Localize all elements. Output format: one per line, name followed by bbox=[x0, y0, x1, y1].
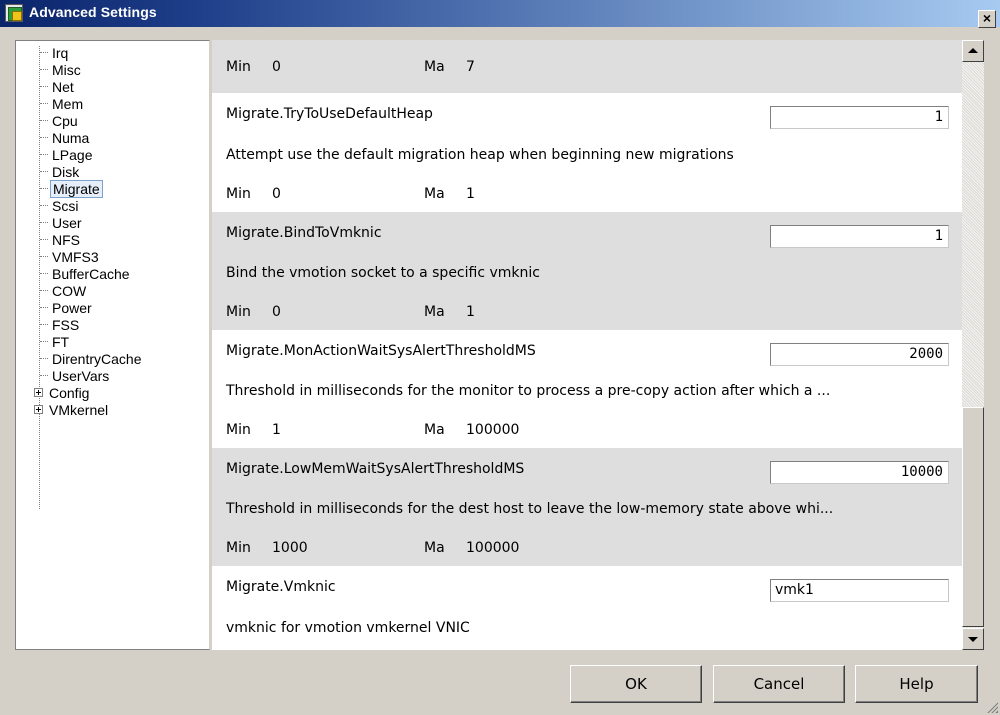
setting-row-vmknic: Migrate.Vmknic vmk1 vmknic for vmotion v… bbox=[212, 566, 962, 650]
setting-name: Migrate.MonActionWaitSysAlertThresholdMS bbox=[226, 343, 536, 359]
tree-item-numa[interactable]: Numa bbox=[40, 130, 91, 147]
tree-item-ft[interactable]: FT bbox=[40, 334, 71, 351]
settings-list[interactable]: Min 0 Ma 7 Migrate.TryToUseDefaultHeap 1… bbox=[212, 40, 962, 650]
tree-item-nfs[interactable]: NFS bbox=[40, 232, 82, 249]
help-button[interactable]: Help bbox=[855, 665, 978, 703]
settings-category-tree[interactable]: Irq Misc Net Mem Cpu Numa LPage Disk Mig… bbox=[15, 40, 210, 650]
tree-item-irq[interactable]: Irq bbox=[40, 45, 70, 62]
resize-grip-icon[interactable] bbox=[986, 701, 998, 713]
setting-description: Threshold in milliseconds for the dest h… bbox=[226, 501, 834, 517]
tree-item-uservars[interactable]: UserVars bbox=[40, 368, 111, 385]
scrollbar-thumb[interactable] bbox=[962, 407, 984, 627]
app-icon bbox=[5, 4, 23, 22]
tree-item-config[interactable]: Config bbox=[34, 385, 91, 402]
vertical-scrollbar[interactable] bbox=[962, 40, 984, 650]
min-value: 0 bbox=[272, 304, 281, 320]
setting-name: Migrate.LowMemWaitSysAlertThresholdMS bbox=[226, 461, 525, 477]
tree-item-fss[interactable]: FSS bbox=[40, 317, 81, 334]
tree-item-buffercache[interactable]: BufferCache bbox=[40, 266, 132, 283]
tree-item-lpage[interactable]: LPage bbox=[40, 147, 94, 164]
cancel-button[interactable]: Cancel bbox=[713, 665, 845, 703]
max-value: 100000 bbox=[466, 422, 520, 438]
title-bar[interactable]: Advanced Settings × bbox=[0, 0, 1000, 28]
min-value: 1000 bbox=[272, 540, 308, 556]
tree-item-migrate[interactable]: Migrate bbox=[40, 180, 103, 198]
tree-item-vmkernel[interactable]: VMkernel bbox=[34, 402, 110, 419]
tree-item-user[interactable]: User bbox=[40, 215, 84, 232]
ok-button[interactable]: OK bbox=[570, 665, 702, 703]
close-button[interactable]: × bbox=[978, 10, 996, 28]
setting-description: Bind the vmotion socket to a specific vm… bbox=[226, 265, 540, 281]
setting-value-input[interactable]: 2000 bbox=[770, 343, 949, 366]
tree-item-cpu[interactable]: Cpu bbox=[40, 113, 80, 130]
max-value: 1 bbox=[466, 304, 475, 320]
max-value: 1 bbox=[466, 186, 475, 202]
tree-item-vmfs3[interactable]: VMFS3 bbox=[40, 249, 101, 266]
tree-item-disk[interactable]: Disk bbox=[40, 164, 81, 181]
expand-plus-icon[interactable] bbox=[34, 388, 43, 398]
setting-value-input[interactable]: 1 bbox=[770, 106, 949, 129]
min-value: 0 bbox=[272, 186, 281, 202]
setting-description: Attempt use the default migration heap w… bbox=[226, 147, 734, 163]
setting-description: vmknic for vmotion vmkernel VNIC bbox=[226, 620, 470, 636]
setting-value-input[interactable]: vmk1 bbox=[770, 579, 949, 602]
setting-name: Migrate.Vmknic bbox=[226, 579, 336, 595]
setting-row-trytousedefaultheap: Migrate.TryToUseDefaultHeap 1 Attempt us… bbox=[212, 93, 962, 212]
setting-value-input[interactable]: 10000 bbox=[770, 461, 949, 484]
tree-item-mem[interactable]: Mem bbox=[40, 96, 85, 113]
advanced-settings-window: Advanced Settings × Irq Misc Net Mem Cpu… bbox=[0, 0, 1000, 715]
setting-name: Migrate.TryToUseDefaultHeap bbox=[226, 106, 433, 122]
setting-row-bindtovmknic: Migrate.BindToVmknic 1 Bind the vmotion … bbox=[212, 212, 962, 330]
tree-item-net[interactable]: Net bbox=[40, 79, 76, 96]
min-value: 0 bbox=[272, 59, 281, 75]
setting-name: Migrate.BindToVmknic bbox=[226, 225, 382, 241]
tree-item-cow[interactable]: COW bbox=[40, 283, 88, 300]
setting-description: Threshold in milliseconds for the monito… bbox=[226, 383, 831, 399]
setting-row-monactionwaitsysalertthresholdms: Migrate.MonActionWaitSysAlertThresholdMS… bbox=[212, 330, 962, 448]
setting-row-lowmemwaitsysalertthresholdms: Migrate.LowMemWaitSysAlertThresholdMS 10… bbox=[212, 448, 962, 566]
tree-item-misc[interactable]: Misc bbox=[40, 62, 83, 79]
tree-item-direntrycache[interactable]: DirentryCache bbox=[40, 351, 143, 368]
setting-row-partial: Min 0 Ma 7 bbox=[212, 40, 962, 93]
scroll-down-arrow-icon[interactable] bbox=[962, 628, 984, 650]
tree-item-scsi[interactable]: Scsi bbox=[40, 198, 80, 215]
max-value: 7 bbox=[466, 59, 475, 75]
scroll-up-arrow-icon[interactable] bbox=[962, 40, 984, 62]
setting-value-input[interactable]: 1 bbox=[770, 225, 949, 248]
window-title: Advanced Settings bbox=[29, 4, 157, 20]
tree-item-power[interactable]: Power bbox=[40, 300, 94, 317]
max-value: 100000 bbox=[466, 540, 520, 556]
expand-plus-icon[interactable] bbox=[34, 405, 43, 415]
min-value: 1 bbox=[272, 422, 281, 438]
